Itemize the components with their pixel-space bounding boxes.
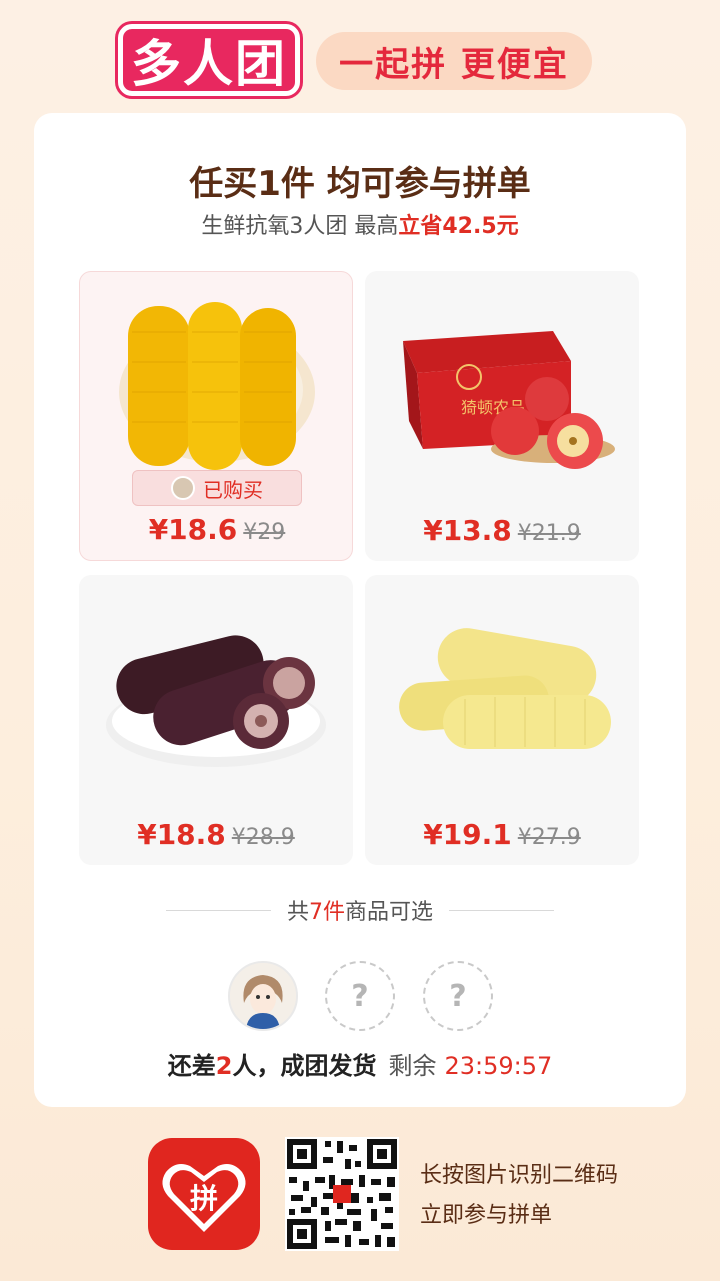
- header: 多人团 一起拼 更便宜: [0, 0, 720, 110]
- bought-label: 已购买: [203, 477, 263, 502]
- empty-member-slot: ?: [325, 961, 395, 1031]
- count-value: 7件: [309, 900, 345, 925]
- slogan-badge: 一起拼 更便宜: [316, 32, 592, 90]
- product-card-purple-corn[interactable]: ¥18.8 ¥28.9: [79, 575, 353, 865]
- status-count: 2: [215, 1052, 233, 1080]
- empty-member-slot: ?: [423, 961, 493, 1031]
- original-price: ¥27.9: [517, 825, 581, 850]
- product-card-yellow-corn[interactable]: 已购买 ¥18.6 ¥29: [79, 271, 353, 561]
- divider-line-left: [166, 909, 271, 911]
- multi-group-logo: 多人团: [118, 24, 300, 96]
- price-row: ¥19.1 ¥27.9: [365, 818, 639, 851]
- subtitle-savings: 立省42.5元: [398, 214, 519, 239]
- product-card-white-corn[interactable]: ¥19.1 ¥27.9: [365, 575, 639, 865]
- qr-code[interactable]: [285, 1137, 399, 1251]
- status-suffix: 人，成团发货: [232, 1052, 377, 1080]
- app-icon-glyph: 拼: [190, 1182, 218, 1215]
- qr-hint-line2: 立即参与拼单: [420, 1203, 553, 1228]
- user-avatar-icon: [230, 963, 296, 1029]
- status-prefix: 还差: [167, 1052, 216, 1080]
- original-price: ¥28.9: [231, 825, 295, 850]
- yellow-corn-image: [119, 302, 315, 470]
- group-members: ? ?: [0, 961, 720, 1031]
- divider-line-right: [449, 909, 554, 911]
- remaining-label: 剩余: [388, 1052, 437, 1080]
- countdown-timer: 23:59:57: [444, 1052, 553, 1080]
- count-prefix: 共: [286, 900, 309, 925]
- purple-corn-image: [106, 635, 326, 767]
- bought-badge: 已购买: [132, 470, 302, 506]
- group-status: 还差2人，成团发货 剩余 23:59:57: [0, 1046, 720, 1081]
- white-corn-image: [399, 628, 611, 749]
- qr-hint-line1: 长按图片识别二维码: [420, 1163, 619, 1188]
- subtitle-prefix: 生鲜抗氧3人团 最高: [201, 214, 399, 239]
- count-suffix: 商品可选: [345, 900, 434, 925]
- apple-box-image: 猗顿农品: [403, 331, 615, 469]
- product-count-text: 共7件商品可选: [287, 894, 433, 926]
- card-subtitle: 生鲜抗氧3人团 最高立省42.5元: [0, 208, 720, 240]
- current-price: ¥18.6: [148, 513, 238, 546]
- current-price: ¥19.1: [423, 818, 512, 851]
- original-price: ¥29: [243, 520, 286, 545]
- product-card-apple-box[interactable]: 猗顿农品 ¥13.8 ¥21.9: [365, 271, 639, 561]
- qr-hint: 长按图片识别二维码 立即参与拼单: [420, 1156, 618, 1236]
- price-row: ¥18.6 ¥29: [80, 513, 354, 546]
- product-count-divider: 共7件商品可选: [166, 893, 554, 927]
- pinduoduo-app-icon: 拼: [148, 1138, 260, 1250]
- buyer-avatar-icon: [171, 476, 195, 500]
- price-row: ¥18.8 ¥28.9: [79, 818, 353, 851]
- member-avatar: [228, 961, 298, 1031]
- price-row: ¥13.8 ¥21.9: [365, 514, 639, 547]
- card-title: 任买1件 均可参与拼单: [189, 164, 531, 204]
- original-price: ¥21.9: [517, 521, 581, 546]
- current-price: ¥13.8: [423, 514, 512, 547]
- current-price: ¥18.8: [137, 818, 226, 851]
